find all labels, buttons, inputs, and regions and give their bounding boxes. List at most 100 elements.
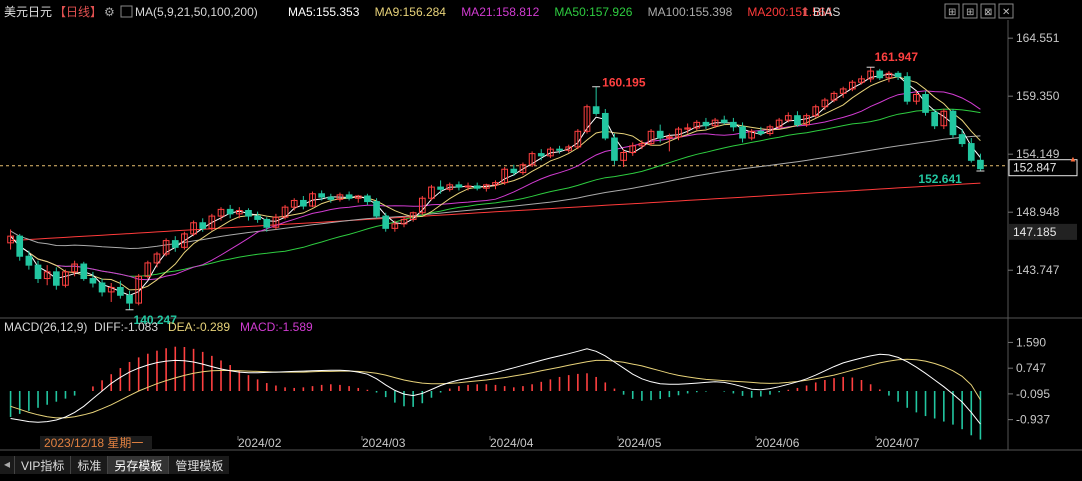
candle-body-down	[263, 218, 271, 228]
up-arrow-icon: ⬆	[800, 5, 810, 19]
candle-body-down	[254, 215, 261, 220]
candle	[931, 109, 939, 130]
time-tick-label: 2024/04	[490, 436, 534, 450]
candle-body-down	[327, 196, 335, 200]
candle-body-down	[592, 106, 600, 114]
candle	[153, 251, 161, 268]
tab-manage-template[interactable]: 管理模板	[169, 456, 230, 474]
legend-header: 美元日元 【日线】 ⚙ MA(5,9,21,50,100,200) MA5:15…	[4, 5, 840, 19]
candle	[885, 71, 893, 83]
candle-body-down	[245, 210, 252, 217]
candle	[437, 180, 444, 194]
candle	[629, 142, 637, 156]
candle-body-down	[702, 121, 710, 127]
candle-body-down	[894, 72, 902, 78]
candle	[958, 129, 966, 147]
candle	[858, 75, 865, 85]
candle-body-down	[318, 193, 325, 198]
candle	[501, 167, 508, 185]
candle	[190, 220, 197, 237]
candle	[309, 191, 316, 208]
candle	[62, 269, 69, 288]
candle	[52, 267, 60, 290]
candle-body-down	[601, 112, 609, 139]
ma-value-0: MA5:155.353	[288, 5, 360, 19]
candle	[98, 278, 106, 297]
candle	[519, 162, 527, 175]
symbol-label: 美元日元	[4, 5, 52, 19]
candle-body-down	[922, 94, 929, 113]
svg-text:⊞: ⊞	[966, 7, 974, 18]
candle	[894, 71, 902, 80]
tab-standard[interactable]: 标准	[71, 456, 109, 474]
macd-pane: 1.590 0.747 -0.095 -0.937	[9, 335, 1050, 440]
candle	[80, 261, 88, 281]
candle-body-down	[537, 153, 545, 157]
ma-value-2: MA21:158.812	[461, 5, 539, 19]
candle	[126, 290, 133, 310]
candle	[354, 194, 362, 203]
candle	[830, 91, 838, 103]
candle	[702, 117, 710, 130]
ma-values: MA5:155.353 MA9:156.284 MA21:158.812 MA50:1…	[288, 5, 832, 19]
candle	[373, 198, 380, 219]
ma50-line	[10, 108, 981, 277]
candle-body-down	[876, 70, 884, 79]
candle-body-down	[171, 240, 179, 248]
price-tick-label: 148.948	[1016, 205, 1060, 219]
settings-icon[interactable]: ⚙	[104, 5, 115, 19]
candle-body-down	[226, 208, 234, 215]
candle-body-down	[373, 201, 380, 217]
price-grid	[0, 37, 1013, 271]
candle-body-down	[977, 159, 984, 170]
candle	[922, 91, 929, 116]
tab-scroll-icon[interactable]: ◂	[0, 456, 16, 474]
candle	[382, 212, 390, 232]
tab-save-template[interactable]: 另存模板	[108, 456, 170, 474]
candle	[794, 111, 801, 127]
bottom-toolbar: ◂ VIP指标 标准 另存模板 管理模板	[0, 456, 240, 474]
ma-value-4: MA100:155.398	[648, 5, 733, 19]
macd-tick-label: 0.747	[1016, 361, 1046, 375]
candle-body-down	[89, 278, 97, 284]
candle	[281, 204, 289, 220]
ma-toggle-icon[interactable]	[120, 5, 133, 18]
candle-body-down	[473, 185, 481, 189]
ma200-line	[10, 182, 981, 242]
candle-body-down	[199, 222, 207, 229]
window-controls[interactable]: ⊞ ⊞ ⊠ ✕	[944, 3, 1014, 19]
candle-body-down	[656, 130, 664, 139]
candle	[455, 181, 463, 191]
chart-canvas[interactable]: 美元日元 【日线】 ⚙ MA(5,9,21,50,100,200) MA5:15…	[0, 0, 1082, 476]
tab-vip-indicators[interactable]: VIP指标	[15, 456, 72, 474]
candle	[226, 204, 234, 219]
macd-label: MACD(26,12,9)	[4, 320, 87, 334]
candle	[867, 67, 874, 83]
candle	[43, 265, 51, 286]
candle-body-down	[364, 195, 371, 203]
candle-body-down	[34, 264, 42, 280]
candle	[117, 280, 124, 299]
time-tick-label: 2024/03	[362, 436, 406, 450]
chart-window[interactable]: 美元日元 【日线】 ⚙ MA(5,9,21,50,100,200) MA5:15…	[0, 0, 1082, 476]
candle	[300, 196, 307, 210]
candle	[245, 208, 252, 221]
macd-diff-value: DIFF:-1.083	[94, 320, 158, 334]
bias-label: BIAS	[813, 5, 840, 19]
candle-body-down	[794, 115, 801, 126]
price-tick-label: 154.149	[1016, 147, 1060, 161]
candle	[428, 184, 435, 201]
candle-body-down	[126, 294, 133, 304]
time-tick-label: 2024/02	[238, 436, 282, 450]
candle-body-down	[958, 134, 966, 145]
time-tick-label: 2024/05	[618, 436, 662, 450]
candle	[16, 233, 24, 261]
candle	[107, 283, 115, 302]
candle-body-down	[98, 282, 106, 293]
price-tick-label: 164.551	[1016, 31, 1060, 45]
candle-body-down	[931, 111, 939, 127]
current-price-label: 152.847	[1013, 161, 1057, 175]
candle-body-down	[739, 126, 746, 139]
candle-body-down	[25, 255, 33, 266]
period-label: 【日线】	[54, 5, 102, 19]
